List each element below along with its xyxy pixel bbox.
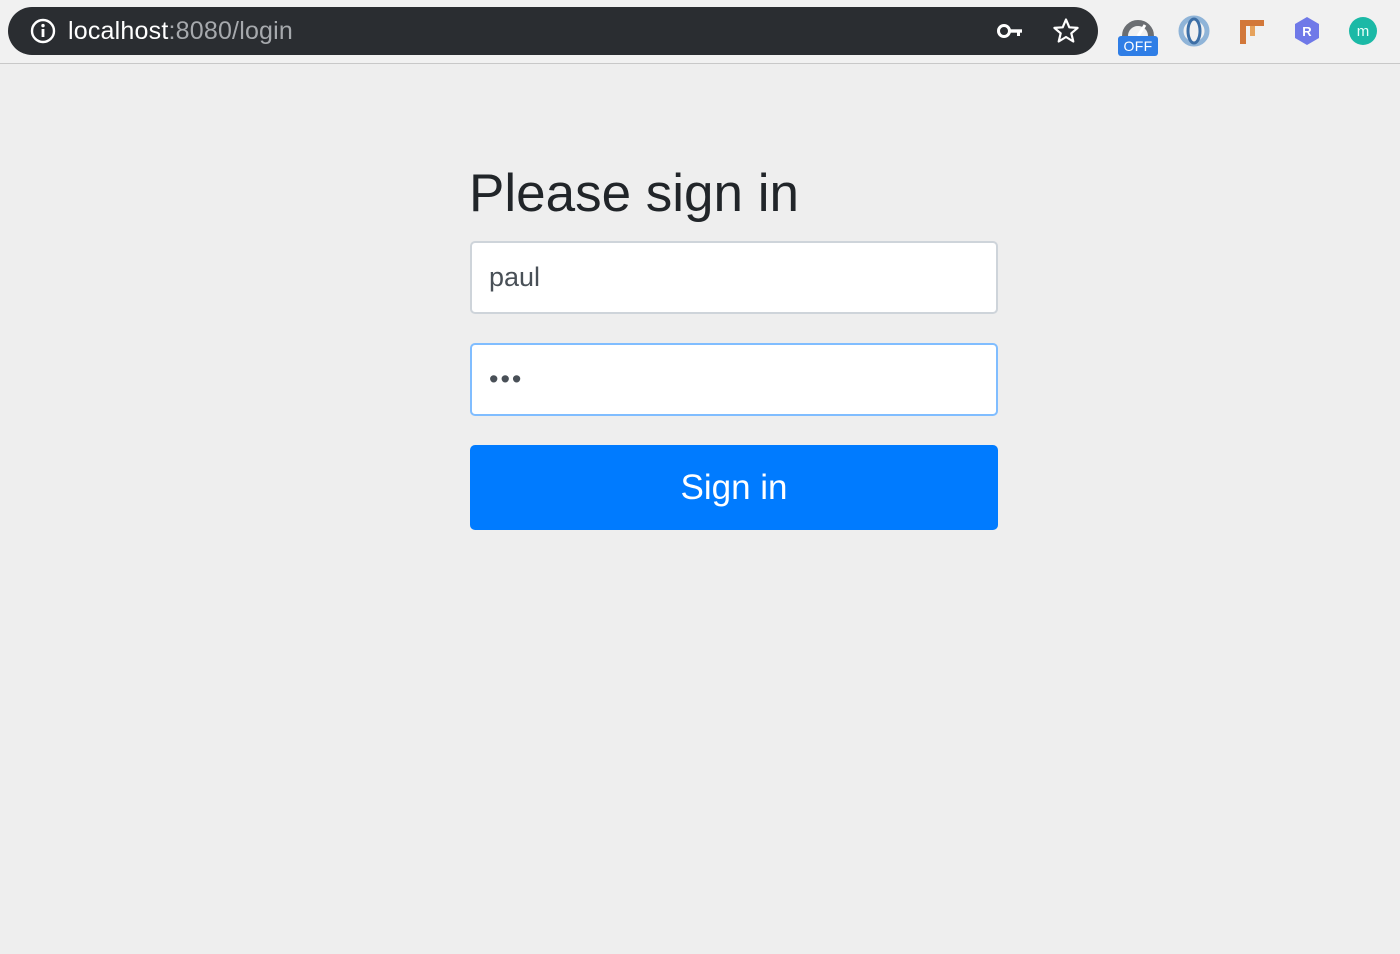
hexagon-r-extension-icon[interactable]: R: [1290, 14, 1324, 48]
loop-extension-icon[interactable]: [1177, 14, 1211, 48]
info-icon[interactable]: [28, 16, 58, 46]
m-circle-label: m: [1357, 23, 1370, 40]
pipe-extension-icon[interactable]: [1234, 14, 1268, 48]
hexagon-r-label: R: [1302, 24, 1312, 39]
m-circle-extension-icon[interactable]: m: [1346, 14, 1380, 48]
url-text[interactable]: localhost:8080/login: [68, 7, 293, 55]
gauge-icon: [1122, 20, 1154, 37]
browser-toolbar: localhost:8080/login OFF R m: [0, 0, 1400, 64]
key-icon[interactable]: [996, 19, 1024, 43]
sign-in-button[interactable]: Sign in: [470, 445, 998, 530]
url-host: localhost: [68, 17, 169, 45]
extension-off-badge: OFF: [1118, 36, 1158, 56]
username-input[interactable]: [470, 241, 998, 314]
password-input[interactable]: [470, 343, 998, 416]
page-title: Please sign in: [469, 164, 799, 223]
url-path: :8080/login: [168, 17, 294, 45]
star-icon[interactable]: [1052, 17, 1080, 45]
speed-extension-icon[interactable]: OFF: [1118, 14, 1158, 56]
address-bar[interactable]: localhost:8080/login: [8, 7, 1098, 55]
